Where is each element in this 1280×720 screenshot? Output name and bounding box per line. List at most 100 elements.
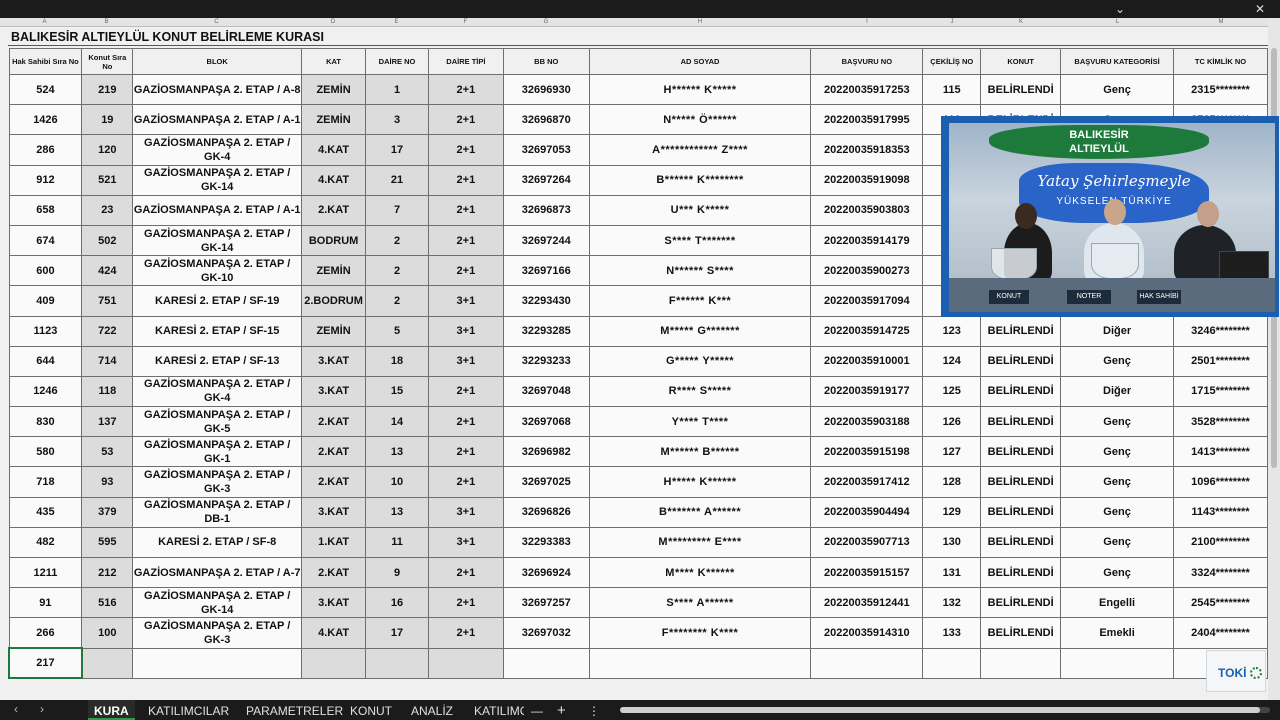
kategori-cell[interactable]: Engelli xyxy=(1060,587,1174,619)
kat-cell[interactable]: 2.KAT xyxy=(301,436,367,468)
daire-no-cell[interactable]: 14 xyxy=(365,406,429,438)
tab-kura[interactable]: KURA xyxy=(88,700,135,720)
basvuru-no-cell[interactable]: 20220035907713 xyxy=(810,526,924,559)
bb-no-cell[interactable]: 32697264 xyxy=(502,164,590,196)
konut-status-cell[interactable]: BELİRLENDİ xyxy=(980,466,1062,498)
empty-cell[interactable] xyxy=(427,647,504,679)
empty-cell[interactable] xyxy=(588,647,812,679)
basvuru-no-cell[interactable]: 20220035912441 xyxy=(810,587,924,619)
kat-cell[interactable]: ZEMİN xyxy=(301,315,367,347)
kategori-cell[interactable]: Genç xyxy=(1060,436,1174,468)
blok-cell[interactable]: KARESİ 2. ETAP / SF-15 xyxy=(132,315,303,347)
daire-no-cell[interactable]: 2 xyxy=(365,285,429,317)
kat-cell[interactable]: 3.KAT xyxy=(301,375,367,408)
daire-tipi-cell[interactable]: 2+1 xyxy=(427,587,504,619)
bb-no-cell[interactable]: 32293430 xyxy=(502,285,590,317)
empty-cell[interactable] xyxy=(81,647,134,679)
ad-soyad-cell[interactable]: M********* E**** xyxy=(588,526,812,559)
ad-soyad-cell[interactable]: Y**** T**** xyxy=(588,406,812,438)
kat-cell[interactable]: 2.BODRUM xyxy=(301,285,367,317)
tab-parametreler[interactable]: PARAMETRELER xyxy=(246,700,343,720)
kategori-cell[interactable]: Genç xyxy=(1060,406,1174,438)
konut-status-cell[interactable]: BELİRLENDİ xyxy=(980,526,1062,559)
kat-cell[interactable]: ZEMİN xyxy=(301,73,367,106)
column-letter[interactable]: F xyxy=(428,18,503,27)
konut-status-cell[interactable]: BELİRLENDİ xyxy=(980,375,1062,408)
bb-no-cell[interactable]: 32293383 xyxy=(502,526,590,559)
empty-cell[interactable] xyxy=(922,647,982,679)
hak-sahibi-cell[interactable]: 1211 xyxy=(8,556,83,589)
bb-no-cell[interactable]: 32293233 xyxy=(502,345,590,377)
konut-sira-cell[interactable]: 93 xyxy=(81,466,134,498)
cekilis-no-cell[interactable]: 126 xyxy=(922,406,982,438)
cekilis-no-cell[interactable]: 128 xyxy=(922,466,982,498)
daire-tipi-cell[interactable]: 2+1 xyxy=(427,556,504,589)
konut-sira-cell[interactable]: 53 xyxy=(81,436,134,468)
daire-no-cell[interactable]: 3 xyxy=(365,104,429,136)
bb-no-cell[interactable]: 32696826 xyxy=(502,496,590,528)
cekilis-no-cell[interactable]: 127 xyxy=(922,436,982,468)
daire-no-cell[interactable]: 7 xyxy=(365,194,429,226)
hak-sahibi-cell[interactable]: 482 xyxy=(8,526,83,559)
daire-tipi-cell[interactable]: 3+1 xyxy=(427,315,504,347)
kat-cell[interactable]: 2.KAT xyxy=(301,466,367,498)
basvuru-no-cell[interactable]: 20220035918353 xyxy=(810,134,924,166)
cekilis-no-cell[interactable]: 132 xyxy=(922,587,982,619)
hak-sahibi-cell[interactable]: 658 xyxy=(8,194,83,226)
ad-soyad-cell[interactable]: B****** K******** xyxy=(588,164,812,196)
kat-cell[interactable]: 2.KAT xyxy=(301,556,367,589)
close-icon[interactable]: ✕ xyxy=(1240,0,1280,18)
tc-kimlik-cell[interactable]: 1715******** xyxy=(1172,375,1268,408)
header-cell[interactable]: Hak Sahibi Sıra No xyxy=(8,48,83,75)
kat-cell[interactable]: 3.KAT xyxy=(301,345,367,377)
kat-cell[interactable]: ZEMİN xyxy=(301,255,367,287)
blok-cell[interactable]: GAZİOSMANPAŞA 2. ETAP / GK-4 xyxy=(132,375,303,408)
hak-sahibi-cell[interactable]: 409 xyxy=(8,285,83,317)
next-sheet-icon[interactable]: › xyxy=(40,702,44,716)
blok-cell[interactable]: GAZİOSMANPAŞA 2. ETAP / GK-10 xyxy=(132,255,303,287)
column-letter[interactable]: H xyxy=(589,18,811,27)
cekilis-no-cell[interactable]: 115 xyxy=(922,73,982,106)
konut-status-cell[interactable]: BELİRLENDİ xyxy=(980,345,1062,377)
daire-tipi-cell[interactable]: 3+1 xyxy=(427,496,504,528)
konut-sira-cell[interactable]: 595 xyxy=(81,526,134,559)
tc-kimlik-cell[interactable]: 2501******** xyxy=(1172,345,1268,377)
konut-sira-cell[interactable]: 219 xyxy=(81,73,134,106)
tc-kimlik-cell[interactable]: 3528******** xyxy=(1172,406,1268,438)
hak-sahibi-cell[interactable]: 266 xyxy=(8,617,83,649)
daire-tipi-cell[interactable]: 2+1 xyxy=(427,436,504,468)
konut-sira-cell[interactable]: 424 xyxy=(81,255,134,287)
konut-status-cell[interactable]: BELİRLENDİ xyxy=(980,617,1062,649)
column-letter[interactable]: G xyxy=(503,18,589,27)
kat-cell[interactable]: BODRUM xyxy=(301,224,367,257)
kategori-cell[interactable]: Genç xyxy=(1060,73,1174,106)
konut-status-cell[interactable]: BELİRLENDİ xyxy=(980,556,1062,589)
konut-sira-cell[interactable]: 521 xyxy=(81,164,134,196)
column-letter[interactable]: I xyxy=(811,18,923,27)
more-options-icon[interactable]: ⋮ xyxy=(588,700,600,720)
bb-no-cell[interactable]: 32697025 xyxy=(502,466,590,498)
daire-tipi-cell[interactable]: 3+1 xyxy=(427,526,504,559)
tc-kimlik-cell[interactable]: 2100******** xyxy=(1172,526,1268,559)
kat-cell[interactable]: 1.KAT xyxy=(301,526,367,559)
daire-tipi-cell[interactable]: 2+1 xyxy=(427,375,504,408)
bb-no-cell[interactable]: 32293285 xyxy=(502,315,590,347)
header-cell[interactable]: TC KİMLİK NO xyxy=(1172,48,1268,75)
cekilis-no-cell[interactable]: 129 xyxy=(922,496,982,528)
hak-sahibi-cell[interactable]: 718 xyxy=(8,466,83,498)
basvuru-no-cell[interactable]: 20220035914310 xyxy=(810,617,924,649)
tc-kimlik-cell[interactable]: 1096******** xyxy=(1172,466,1268,498)
kategori-cell[interactable]: Genç xyxy=(1060,466,1174,498)
add-sheet-icon[interactable]: + xyxy=(557,700,566,720)
hak-sahibi-cell[interactable]: 435 xyxy=(8,496,83,528)
hak-sahibi-cell[interactable]: 91 xyxy=(8,587,83,619)
empty-cell[interactable] xyxy=(132,647,303,679)
konut-sira-cell[interactable]: 23 xyxy=(81,194,134,226)
daire-tipi-cell[interactable]: 2+1 xyxy=(427,224,504,257)
daire-tipi-cell[interactable]: 2+1 xyxy=(427,104,504,136)
blok-cell[interactable]: GAZİOSMANPAŞA 2. ETAP / GK-14 xyxy=(132,164,303,196)
konut-sira-cell[interactable]: 100 xyxy=(81,617,134,649)
kategori-cell[interactable]: Genç xyxy=(1060,496,1174,528)
blok-cell[interactable]: GAZİOSMANPAŞA 2. ETAP / GK-3 xyxy=(132,466,303,498)
tc-kimlik-cell[interactable]: 2315******** xyxy=(1172,73,1268,106)
